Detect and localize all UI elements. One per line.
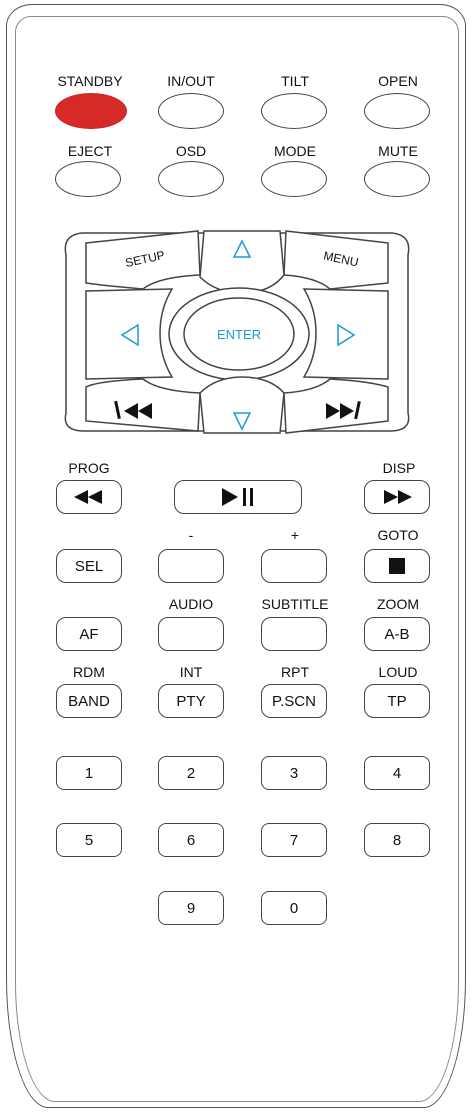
open-label: OPEN <box>378 73 418 89</box>
osd-label: OSD <box>175 143 207 159</box>
ab-button[interactable]: A-B <box>364 617 430 651</box>
eject-label: EJECT <box>67 143 113 159</box>
mute-label: MUTE <box>378 143 418 159</box>
tilt-label: TILT <box>281 73 309 89</box>
sel-button[interactable]: SEL <box>56 549 122 583</box>
up-button[interactable] <box>199 230 285 294</box>
pty-button[interactable]: PTY <box>158 684 224 718</box>
rewind-button[interactable] <box>56 480 122 514</box>
mute-button[interactable] <box>364 161 430 197</box>
number-6-button[interactable]: 6 <box>158 823 224 857</box>
number-5-button[interactable]: 5 <box>56 823 122 857</box>
plus-button[interactable] <box>261 549 327 583</box>
standby-button[interactable] <box>55 93 127 129</box>
left-button[interactable] <box>85 288 174 380</box>
enter-label: ENTER <box>216 327 262 342</box>
af-button[interactable]: AF <box>56 617 122 651</box>
subtitle-button[interactable] <box>261 617 327 651</box>
standby-label: STANDBY <box>57 73 123 89</box>
mode-button[interactable] <box>261 161 327 197</box>
disp-label: DISP <box>382 460 416 476</box>
pscn-button[interactable]: P.SCN <box>261 684 327 718</box>
subtitle-label: SUBTITLE <box>261 596 329 612</box>
down-button[interactable] <box>199 376 285 434</box>
play-pause-button[interactable] <box>174 480 302 514</box>
fast-forward-button[interactable] <box>364 480 430 514</box>
number-9-button[interactable]: 9 <box>158 891 224 925</box>
goto-label: GOTO <box>377 527 419 543</box>
previous-track-button[interactable] <box>85 378 201 432</box>
stop-square-icon <box>389 558 405 574</box>
number-4-button[interactable]: 4 <box>364 756 430 790</box>
prog-label: PROG <box>68 460 110 476</box>
loud-label: LOUD <box>378 664 418 680</box>
rdm-label: RDM <box>73 664 105 680</box>
in-out-button[interactable] <box>158 93 224 129</box>
mode-label: MODE <box>274 143 316 159</box>
next-track-button[interactable] <box>283 378 389 434</box>
plus-label: + <box>290 527 300 543</box>
int-label: INT <box>179 664 203 680</box>
number-7-button[interactable]: 7 <box>261 823 327 857</box>
rewind-icon <box>74 490 102 504</box>
zoom-label: ZOOM <box>377 596 419 612</box>
stop-button[interactable] <box>364 549 430 583</box>
minus-button[interactable] <box>158 549 224 583</box>
number-1-button[interactable]: 1 <box>56 756 122 790</box>
right-button[interactable] <box>302 288 389 380</box>
tilt-button[interactable] <box>261 93 327 129</box>
open-button[interactable] <box>364 93 430 129</box>
minus-label: - <box>188 527 194 543</box>
play-pause-icon <box>222 488 253 506</box>
number-0-button[interactable]: 0 <box>261 891 327 925</box>
tp-button[interactable]: TP <box>364 684 430 718</box>
eject-button[interactable] <box>55 161 121 197</box>
osd-button[interactable] <box>158 161 224 197</box>
audio-button[interactable] <box>158 617 224 651</box>
number-3-button[interactable]: 3 <box>261 756 327 790</box>
audio-label: AUDIO <box>168 596 214 612</box>
band-button[interactable]: BAND <box>56 684 122 718</box>
number-8-button[interactable]: 8 <box>364 823 430 857</box>
in-out-label: IN/OUT <box>167 73 215 89</box>
rpt-label: RPT <box>281 664 309 680</box>
number-2-button[interactable]: 2 <box>158 756 224 790</box>
fast-forward-icon <box>384 490 412 504</box>
